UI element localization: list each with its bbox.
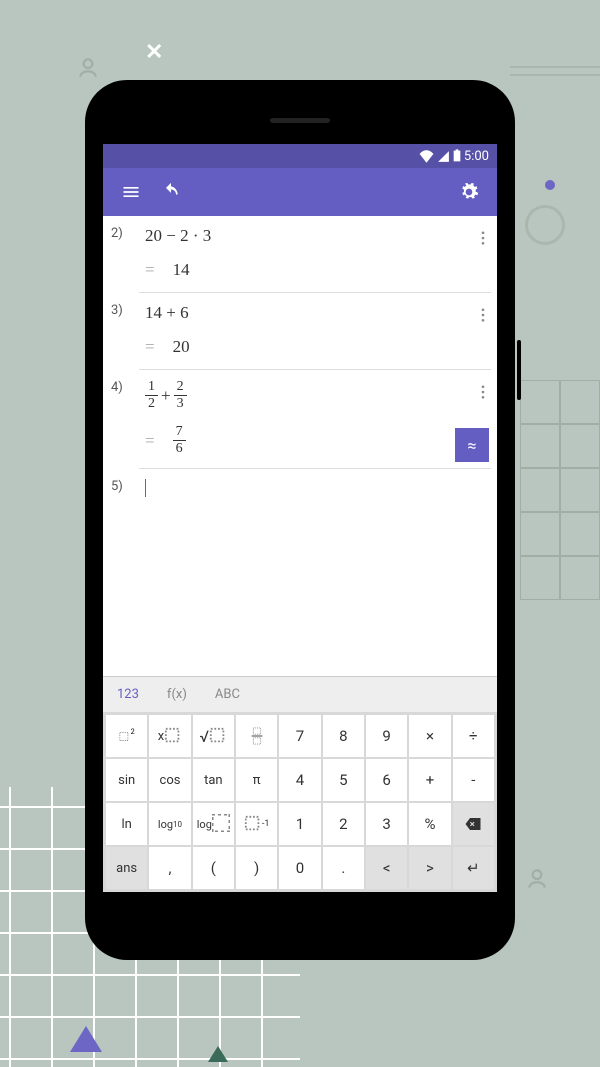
bg-person-icon <box>75 55 101 81</box>
app-bar <box>103 168 497 216</box>
key-backspace[interactable] <box>453 803 494 845</box>
keyboard: 2 x √ 7 8 9 × ÷ sin cos tan π 4 5 <box>103 712 497 892</box>
calc-row[interactable]: 5) <box>103 469 497 509</box>
tab-123[interactable]: 123 <box>103 677 153 712</box>
bg-person-icon <box>524 866 550 892</box>
undo-icon <box>161 182 181 202</box>
key-left[interactable]: < <box>366 847 407 889</box>
key-right[interactable]: > <box>409 847 450 889</box>
row-number: 4) <box>111 376 139 469</box>
key-8[interactable]: 8 <box>323 715 364 757</box>
key-4[interactable]: 4 <box>279 759 320 801</box>
calc-row[interactable]: 3) 14 + 6 = 20 <box>103 293 497 370</box>
hamburger-icon <box>121 182 141 202</box>
gear-icon <box>459 182 479 202</box>
key-6[interactable]: 6 <box>366 759 407 801</box>
bg-decoration <box>208 1046 228 1062</box>
key-rparen[interactable]: ) <box>236 847 277 889</box>
row-more-button[interactable] <box>477 226 489 253</box>
key-tan[interactable]: tan <box>193 759 234 801</box>
bg-decoration <box>545 180 555 190</box>
key-logn[interactable]: log <box>193 803 234 845</box>
expression: 12 + 23 <box>139 376 491 415</box>
key-ans[interactable]: ans <box>106 847 147 889</box>
signal-icon <box>437 150 450 163</box>
svg-text:2: 2 <box>130 727 134 736</box>
key-7[interactable]: 7 <box>279 715 320 757</box>
result: = 76 <box>139 415 491 460</box>
wifi-icon <box>419 150 434 163</box>
bg-decoration <box>520 380 600 600</box>
key-power[interactable]: x <box>149 715 190 757</box>
bg-decoration: ✕ <box>145 40 163 65</box>
expression: 20 − 2 · 3 <box>139 222 491 250</box>
status-bar: 5:00 <box>103 144 497 168</box>
key-ln[interactable]: ln <box>106 803 147 845</box>
key-log10[interactable]: log10 <box>149 803 190 845</box>
expression: 14 + 6 <box>139 299 491 327</box>
key-enter[interactable]: ↵ <box>453 847 494 889</box>
result: = 20 <box>139 327 491 361</box>
bg-decoration <box>525 205 565 245</box>
row-number: 2) <box>111 222 139 293</box>
key-multiply[interactable]: × <box>409 715 450 757</box>
key-fraction[interactable] <box>236 715 277 757</box>
key-comma[interactable]: , <box>149 847 190 889</box>
row-more-button[interactable] <box>477 380 489 407</box>
calculation-list[interactable]: 2) 20 − 2 · 3 = 14 3) <box>103 216 497 676</box>
row-number: 5) <box>111 475 139 509</box>
calc-row[interactable]: 4) 12 + 23 = 76 <box>103 370 497 469</box>
key-lparen[interactable]: ( <box>193 847 234 889</box>
clock: 5:00 <box>464 149 489 164</box>
key-5[interactable]: 5 <box>323 759 364 801</box>
bg-decoration <box>510 60 600 82</box>
key-percent[interactable]: % <box>409 803 450 845</box>
row-number: 3) <box>111 299 139 370</box>
undo-button[interactable] <box>151 172 191 212</box>
result: = 14 <box>139 250 491 284</box>
menu-button[interactable] <box>111 172 151 212</box>
settings-button[interactable] <box>449 172 489 212</box>
key-2[interactable]: 2 <box>323 803 364 845</box>
key-minus[interactable]: - <box>453 759 494 801</box>
phone-frame: 5:00 2) 20 − 2 · 3 <box>85 80 515 960</box>
key-0[interactable]: 0 <box>279 847 320 889</box>
expression-input[interactable] <box>139 475 491 501</box>
calc-row[interactable]: 2) 20 − 2 · 3 = 14 <box>103 216 497 293</box>
key-plus[interactable]: + <box>409 759 450 801</box>
keyboard-tabs: 123 f(x) ABC <box>103 676 497 712</box>
key-cos[interactable]: cos <box>149 759 190 801</box>
key-sqrt[interactable]: √ <box>193 715 234 757</box>
more-vert-icon <box>481 231 485 245</box>
key-9[interactable]: 9 <box>366 715 407 757</box>
battery-icon <box>453 149 461 163</box>
approximate-button[interactable]: ≈ <box>455 428 489 462</box>
tab-fx[interactable]: f(x) <box>153 677 201 712</box>
more-vert-icon <box>481 308 485 322</box>
key-square[interactable]: 2 <box>106 715 147 757</box>
tab-abc[interactable]: ABC <box>201 677 254 712</box>
key-3[interactable]: 3 <box>366 803 407 845</box>
key-sin[interactable]: sin <box>106 759 147 801</box>
backspace-icon <box>464 815 482 833</box>
key-pi[interactable]: π <box>236 759 277 801</box>
key-divide[interactable]: ÷ <box>453 715 494 757</box>
more-vert-icon <box>481 385 485 399</box>
key-1[interactable]: 1 <box>279 803 320 845</box>
bg-decoration <box>70 1026 102 1052</box>
row-more-button[interactable] <box>477 303 489 330</box>
key-inverse[interactable]: -1 <box>236 803 277 845</box>
key-dot[interactable]: . <box>323 847 364 889</box>
